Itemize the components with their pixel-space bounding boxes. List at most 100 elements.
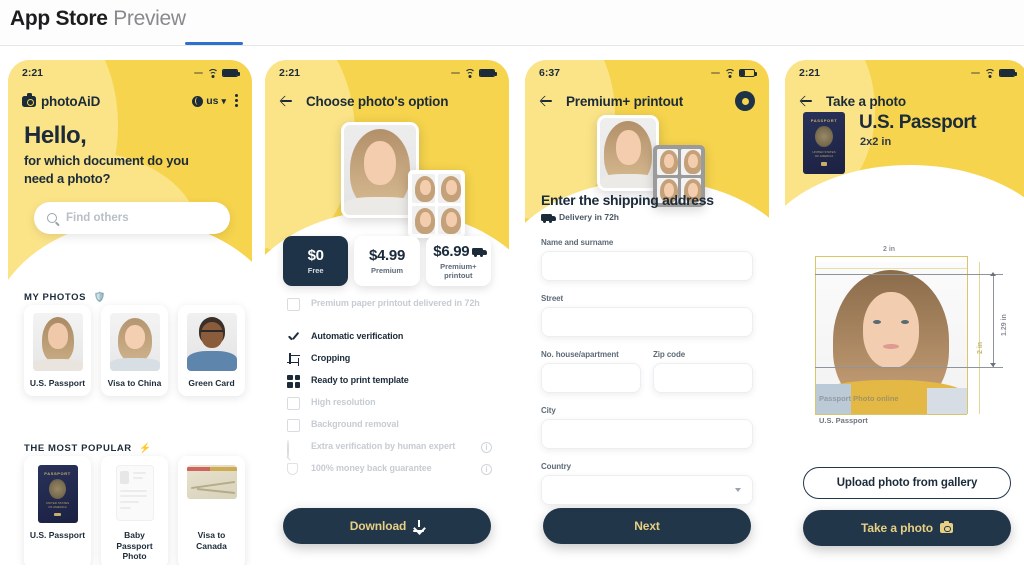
magnifier-icon	[287, 439, 300, 459]
info-icon[interactable]: i	[481, 463, 492, 475]
head-dimension-line	[993, 274, 994, 367]
back-arrow-icon[interactable]	[279, 94, 294, 109]
list-item[interactable]: Visa to China	[101, 305, 168, 396]
battery-icon	[999, 69, 1017, 77]
form-title: Enter the shipping address	[541, 192, 714, 208]
my-photos-label: MY PHOTOS	[24, 292, 87, 303]
price-option-free[interactable]: $0 Free	[283, 236, 349, 286]
list-item[interactable]: PASSPORT UNITED STATES OF AMERICA U.S. Pa…	[24, 456, 91, 565]
field-label-name: Name and surname	[541, 238, 614, 247]
status-bar: 6:37	[525, 60, 769, 86]
map-document-icon	[186, 465, 237, 499]
back-arrow-icon[interactable]	[799, 94, 814, 109]
locale-selector[interactable]: us ▾	[192, 95, 226, 107]
name-field[interactable]	[541, 251, 753, 281]
list-item[interactable]: U.S. Passport	[24, 305, 91, 396]
my-photos-list[interactable]: U.S. Passport Visa to China Green Card	[24, 305, 245, 396]
feature-row: Background removal	[287, 414, 492, 436]
list-item-label: Visa to Canada	[196, 530, 227, 551]
camera-icon	[22, 93, 36, 107]
battery-icon	[222, 69, 240, 77]
image-icon	[287, 396, 300, 410]
more-menu-icon[interactable]	[235, 93, 238, 109]
feature-label: Cropping	[311, 353, 351, 364]
battery-icon	[739, 69, 757, 77]
active-tab-underline	[185, 42, 243, 45]
help-button[interactable]	[735, 91, 755, 111]
nav-title: Take a photo	[826, 93, 906, 109]
measure-guide-top	[815, 256, 967, 257]
watermark: Passport Photo online	[819, 394, 899, 403]
city-field[interactable]	[541, 419, 753, 449]
greeting-subtitle: for which document do you need a photo?	[24, 153, 189, 186]
nav-bar: Choose photo's option	[265, 90, 509, 112]
search-input[interactable]: Find others	[34, 202, 230, 234]
field-label-zip: Zip code	[653, 350, 686, 359]
zip-code-field[interactable]	[653, 363, 753, 393]
take-photo-button[interactable]: Take a photo	[803, 510, 1011, 546]
measure-guide-bottom	[815, 414, 967, 415]
country-select[interactable]	[541, 475, 753, 505]
screenshot-choose-option[interactable]: 2:21 Choose photo's option $0 Free $4.99…	[265, 60, 509, 565]
next-button[interactable]: Next	[543, 508, 751, 544]
feature-row: Extra verification by human expert i	[287, 436, 492, 459]
list-item-label: Green Card	[188, 378, 235, 388]
status-bar: 2:21	[265, 60, 509, 86]
field-label-country: Country	[541, 462, 571, 471]
list-item[interactable]: Visa to Canada	[178, 456, 245, 565]
passport-photo	[815, 262, 967, 414]
price-option-premium-printout[interactable]: $6.99 Premium+ printout	[425, 236, 491, 286]
back-arrow-icon[interactable]	[539, 94, 554, 109]
document-thumbnail: PASSPORT UNITED STATES OF AMERICA	[33, 465, 83, 523]
screenshot-shipping[interactable]: 6:37 Premium+ printout Enter the shippin…	[525, 60, 769, 565]
download-button-label: Download	[349, 519, 407, 533]
feature-label: Background removal	[311, 419, 399, 430]
screenshot-take-photo[interactable]: 2:21 Take a photo PASSPORT UNITED STATES…	[785, 60, 1024, 565]
screenshot-home[interactable]: 2:21 photoAiD us ▾ Hello, for which docu…	[8, 60, 252, 565]
list-item[interactable]: Baby Passport Photo	[101, 456, 168, 565]
home-app-bar: photoAiD us ▾	[8, 88, 252, 114]
printer-icon	[287, 298, 300, 311]
price-options[interactable]: $0 Free $4.99 Premium $6.99 Premium+ pri…	[283, 236, 491, 286]
brand-name: photoAiD	[41, 93, 101, 109]
list-item-label: Visa to China	[107, 378, 162, 388]
shipping-form[interactable]: Name and surname Street No. house/apartm…	[541, 238, 753, 505]
signal-icon	[194, 72, 203, 74]
upload-photo-button-label: Upload photo from gallery	[836, 477, 978, 489]
popular-label: THE MOST POPULAR	[24, 443, 132, 454]
price-option-premium[interactable]: $4.99 Premium	[354, 236, 420, 286]
feature-label: Automatic verification	[311, 331, 404, 342]
camera-icon	[939, 521, 953, 533]
download-button[interactable]: Download	[283, 508, 491, 544]
screenshot-gallery[interactable]: 2:21 photoAiD us ▾ Hello, for which docu…	[0, 60, 1024, 570]
status-time: 6:37	[539, 67, 561, 79]
street-field[interactable]	[541, 307, 753, 337]
measure-guide-vertical	[979, 262, 980, 414]
app-store-preview-page: App Store Preview 2:21 photoAiD us ▾ Hel…	[0, 0, 1024, 570]
measure-guide-left	[815, 256, 816, 414]
info-icon[interactable]: i	[481, 441, 492, 453]
popular-list[interactable]: PASSPORT UNITED STATES OF AMERICA U.S. Pa…	[24, 456, 245, 565]
document-size: 2x2 in	[860, 136, 892, 148]
house-number-field[interactable]	[541, 363, 641, 393]
photo-measurement-diagram: 2 in 1.29 in 2 in Passport Photo online …	[801, 236, 1013, 426]
measure-label-head: 1.29 in	[1001, 314, 1008, 336]
feature-label: High resolution	[311, 397, 376, 408]
upload-photo-button[interactable]: Upload photo from gallery	[803, 467, 1011, 499]
feature-row: Cropping	[287, 348, 492, 370]
photo-caption: U.S. Passport	[819, 416, 868, 425]
crop-icon	[287, 352, 300, 366]
photo-thumbnail	[186, 313, 237, 371]
grid-icon	[287, 374, 300, 388]
list-item[interactable]: Green Card	[178, 305, 245, 396]
feature-row: High resolution	[287, 392, 492, 414]
background-icon	[287, 418, 300, 432]
measure-label-height: 2 in	[977, 341, 984, 354]
document-thumbnail	[110, 465, 160, 523]
field-label-house: No. house/apartment	[541, 350, 619, 359]
feature-row: Premium paper printout delivered in 72h	[287, 296, 492, 326]
feature-label: Ready to print template	[311, 375, 409, 386]
feature-row: Automatic verification	[287, 326, 492, 348]
search-placeholder: Find others	[66, 212, 129, 224]
nav-bar: Take a photo	[785, 90, 1024, 112]
